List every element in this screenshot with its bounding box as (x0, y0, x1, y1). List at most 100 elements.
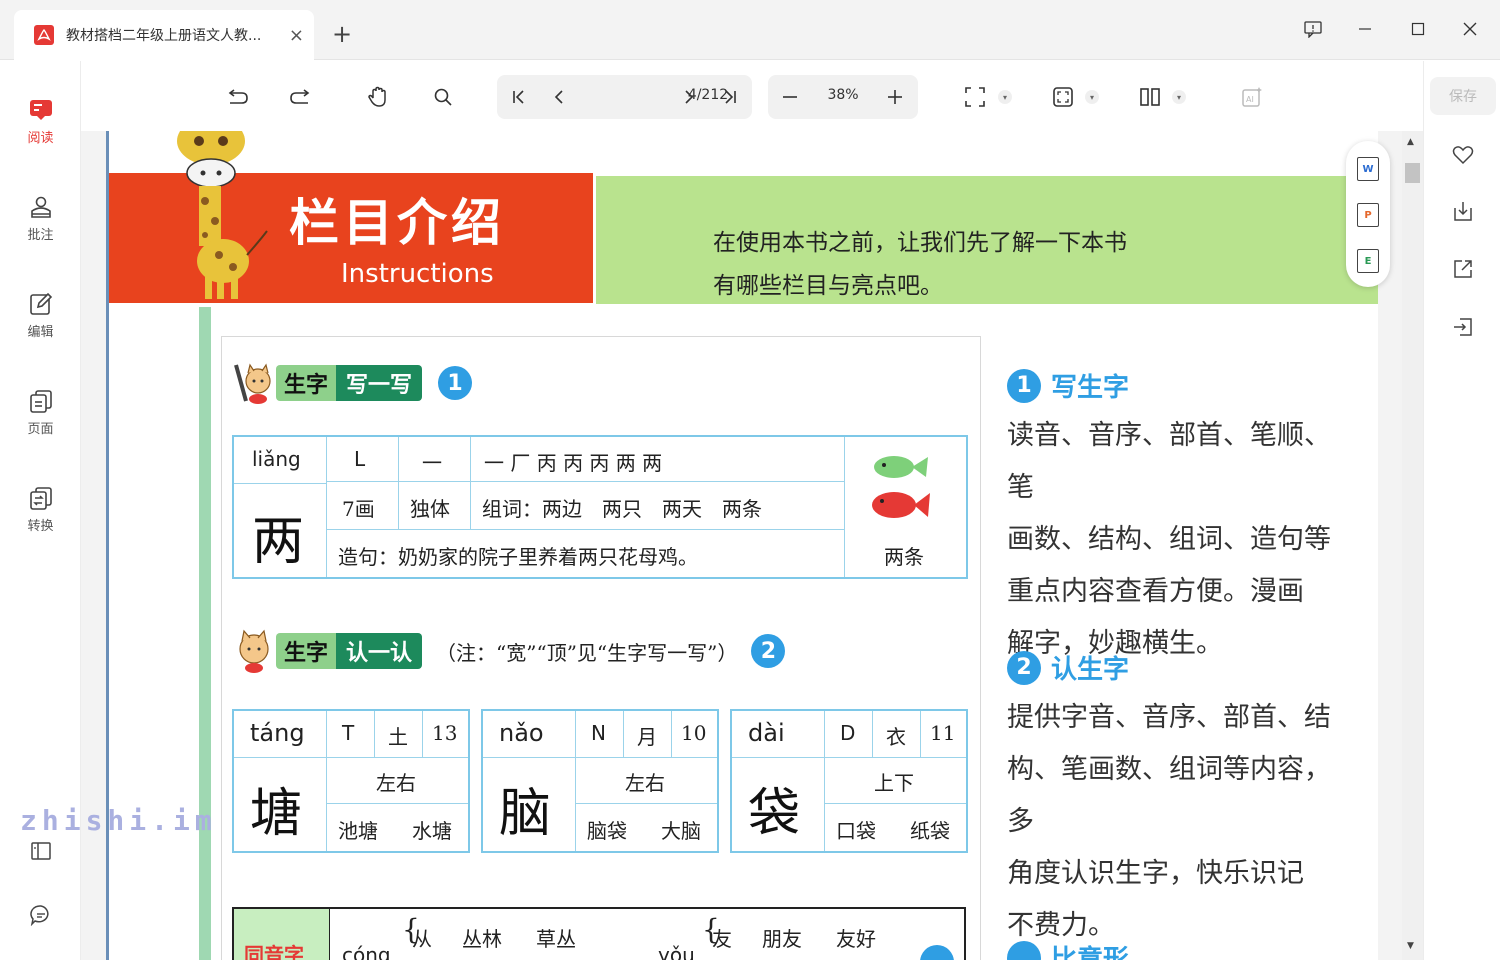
decorative-stripe (199, 307, 211, 960)
undo-icon[interactable] (224, 85, 250, 109)
convert-to-word-icon[interactable]: W (1357, 157, 1379, 181)
structure: 左右 (625, 771, 665, 795)
word: 丛林 (462, 927, 502, 951)
character-card: táng T 土 13 塘 左右 池塘 水塘 (232, 709, 470, 853)
fullscreen-dropdown-icon[interactable]: ▾ (998, 90, 1012, 104)
next-page-icon[interactable] (676, 85, 702, 109)
maximize-icon[interactable] (1403, 14, 1433, 44)
convert-to-excel-icon[interactable]: E (1357, 249, 1379, 273)
sidebar-item-annotate[interactable]: 批注 (0, 194, 81, 243)
export-icon[interactable] (1450, 314, 1476, 340)
convert-to-ppt-icon[interactable]: P (1357, 203, 1379, 227)
thumbnail-panel-toggle[interactable] (0, 838, 81, 868)
vertical-scrollbar[interactable]: ▲ ▼ (1402, 131, 1423, 960)
stroke-count: 11 (930, 721, 956, 745)
panel-icon (28, 838, 54, 864)
card-divider (671, 711, 672, 757)
card-divider (374, 711, 375, 757)
radical: 一 (422, 451, 442, 475)
word-2: 大脑 (661, 819, 701, 843)
section-write-header: 生字 写一写 1 (232, 361, 473, 405)
cat-icon (239, 629, 269, 673)
right-sidebar: 保存 (1423, 61, 1500, 960)
structure: 独体 (410, 497, 450, 521)
sidebar-item-read[interactable]: 阅读 (0, 97, 81, 146)
sidebar-label: 页面 (27, 422, 54, 437)
share-icon[interactable] (1450, 256, 1476, 282)
banner-subtitle: Instructions (341, 259, 494, 289)
banner-text-line1: 在使用本书之前，让我们先了解一下本书 (713, 230, 1127, 256)
section-number-badge: 2 (1007, 650, 1041, 685)
explanation-title: 认生字 (1051, 655, 1130, 685)
last-page-icon[interactable] (717, 85, 743, 109)
toolbar: 4/212 38% ▾ ▾ ▾ AI (81, 61, 1423, 131)
pinyin: cóng (342, 943, 391, 960)
card-divider (483, 757, 717, 758)
redo-icon[interactable] (288, 85, 314, 109)
card-divider (234, 757, 468, 758)
card-divider (326, 529, 844, 530)
fit-dropdown-icon[interactable]: ▾ (1085, 90, 1099, 104)
sidebar-item-pages[interactable]: 页面 (0, 388, 81, 437)
card-divider (844, 437, 845, 577)
ai-assistant-icon[interactable]: AI (1239, 85, 1265, 109)
card-divider (234, 483, 326, 484)
explanation-line: 读音、音序、部首、笔顺、笔 (1007, 420, 1331, 503)
section-number-badge: 2 (751, 634, 786, 668)
word: 友 (712, 927, 732, 951)
document-tab[interactable]: 教材搭档二年级上册语文人教... × (14, 10, 314, 60)
sidebar-item-convert[interactable]: 转换 (0, 485, 81, 534)
zoom-level-field[interactable]: 38% (818, 87, 868, 103)
zoom-out-icon[interactable] (777, 85, 803, 109)
scroll-thumb[interactable] (1405, 163, 1420, 183)
giraffe-illustration (177, 131, 268, 299)
fish-illustration (872, 456, 930, 518)
sidebar-label: 批注 (27, 228, 54, 243)
fullscreen-icon[interactable] (962, 85, 988, 109)
section-number-badge (1007, 940, 1041, 960)
document-viewport[interactable]: 栏目介绍 Instructions 在使用本书之前，让我们先了解一下本书 有哪些… (81, 131, 1423, 960)
page-layout-icon[interactable] (1137, 85, 1163, 109)
card-divider (326, 711, 327, 851)
card-divider (326, 803, 468, 804)
pdf-file-icon (34, 25, 54, 45)
zoom-in-icon[interactable] (882, 85, 908, 109)
example-panel: 生字 写一写 1 liǎng L 一 一 厂 丙 丙 丙 两 两 两 7画 独体… (221, 336, 981, 960)
section-number-badge: 1 (1007, 368, 1041, 403)
main-character: 脑 (499, 784, 552, 844)
title-bar: 教材搭档二年级上册语文人教... × + (0, 0, 1500, 60)
character-card-liang: liǎng L 一 一 厂 丙 丙 丙 两 两 两 7画 独体 组词：两边 两只… (232, 435, 968, 579)
scroll-up-arrow[interactable]: ▲ (1407, 137, 1414, 147)
feedback-icon[interactable] (1298, 14, 1328, 44)
scroll-down-arrow[interactable]: ▼ (1407, 941, 1414, 951)
save-button[interactable]: 保存 (1430, 77, 1496, 115)
first-page-icon[interactable] (506, 85, 532, 109)
comments-toggle[interactable] (0, 902, 81, 932)
layout-dropdown-icon[interactable]: ▾ (1172, 90, 1186, 104)
hand-tool-icon[interactable] (365, 85, 391, 109)
tag-shengzi: 生字 (276, 633, 337, 669)
word-1: 池塘 (338, 819, 378, 843)
minimize-icon[interactable] (1350, 14, 1380, 44)
pinyin: táng (250, 719, 305, 747)
card-divider (824, 803, 966, 804)
main-character: 塘 (250, 784, 303, 844)
example-sentence: 造句：奶奶家的院子里养着两只花母鸡。 (338, 545, 698, 569)
main-character: 袋 (748, 784, 801, 844)
new-tab-button[interactable]: + (332, 20, 352, 48)
tab-close-icon[interactable]: × (289, 25, 304, 46)
favorite-icon[interactable] (1450, 142, 1476, 168)
pinyin: yǒu (658, 943, 695, 960)
prev-page-icon[interactable] (546, 85, 572, 109)
fit-page-icon[interactable] (1050, 85, 1076, 109)
sidebar-item-edit[interactable]: 编辑 (0, 291, 81, 340)
download-icon[interactable] (1450, 198, 1476, 224)
card-divider (920, 711, 921, 757)
explanation-header: 比意形 (1007, 939, 1337, 960)
read-icon (28, 97, 54, 123)
sidebar-label: 编辑 (27, 325, 54, 340)
explanation-body: 提供字音、音序、部首、结 构、笔画数、组词等内容，多 角度认识生字，快乐识记 不… (1007, 692, 1337, 952)
card-divider (326, 437, 327, 577)
search-icon[interactable] (430, 85, 456, 109)
close-window-icon[interactable] (1455, 14, 1485, 44)
